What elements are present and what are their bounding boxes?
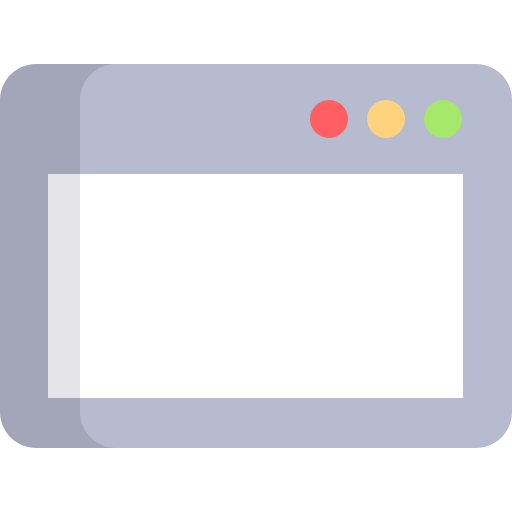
- window-content-area: [80, 174, 463, 398]
- browser-window-icon: [0, 0, 512, 512]
- maximize-dot-icon: [424, 100, 462, 138]
- minimize-dot-icon: [367, 100, 405, 138]
- close-dot-icon: [310, 100, 348, 138]
- content-left-strip: [48, 174, 80, 398]
